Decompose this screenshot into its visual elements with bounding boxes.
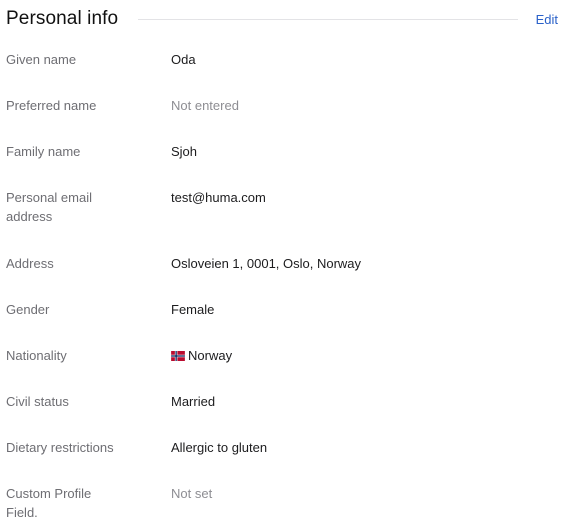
field-label: Civil status [6, 394, 69, 409]
section-title: Personal info [6, 8, 119, 29]
field-value: Married [171, 394, 216, 409]
field-label: Nationality [6, 348, 67, 363]
field-value: Oda [171, 52, 196, 67]
field-value: Female [171, 302, 215, 317]
edit-button[interactable]: Edit [536, 12, 558, 27]
field-value: Osloveien 1, 0001, Oslo, Norway [171, 256, 362, 271]
field-value: Allergic to gluten [171, 440, 268, 455]
norway-flag-icon [171, 350, 185, 361]
field-value-nationality: Norway [171, 346, 232, 365]
field-label: Address [6, 256, 54, 271]
field-label: Given name [6, 52, 77, 67]
field-label: Dietary restrictions [6, 440, 114, 455]
field-label: Gender [6, 302, 50, 317]
field-label: Family name [6, 144, 81, 159]
field-label: Custom Profile Field. [6, 486, 92, 520]
section-header: Personal info Edit [6, 6, 559, 32]
field-value: Not set [171, 486, 213, 501]
field-value: test@huma.com [171, 190, 266, 205]
nationality-text: Norway [188, 348, 233, 363]
field-label: Personal email address [6, 190, 92, 224]
header-divider [138, 18, 518, 20]
field-label: Preferred name [6, 98, 97, 113]
field-value: Not entered [171, 98, 239, 113]
field-value: Sjoh [171, 144, 198, 159]
